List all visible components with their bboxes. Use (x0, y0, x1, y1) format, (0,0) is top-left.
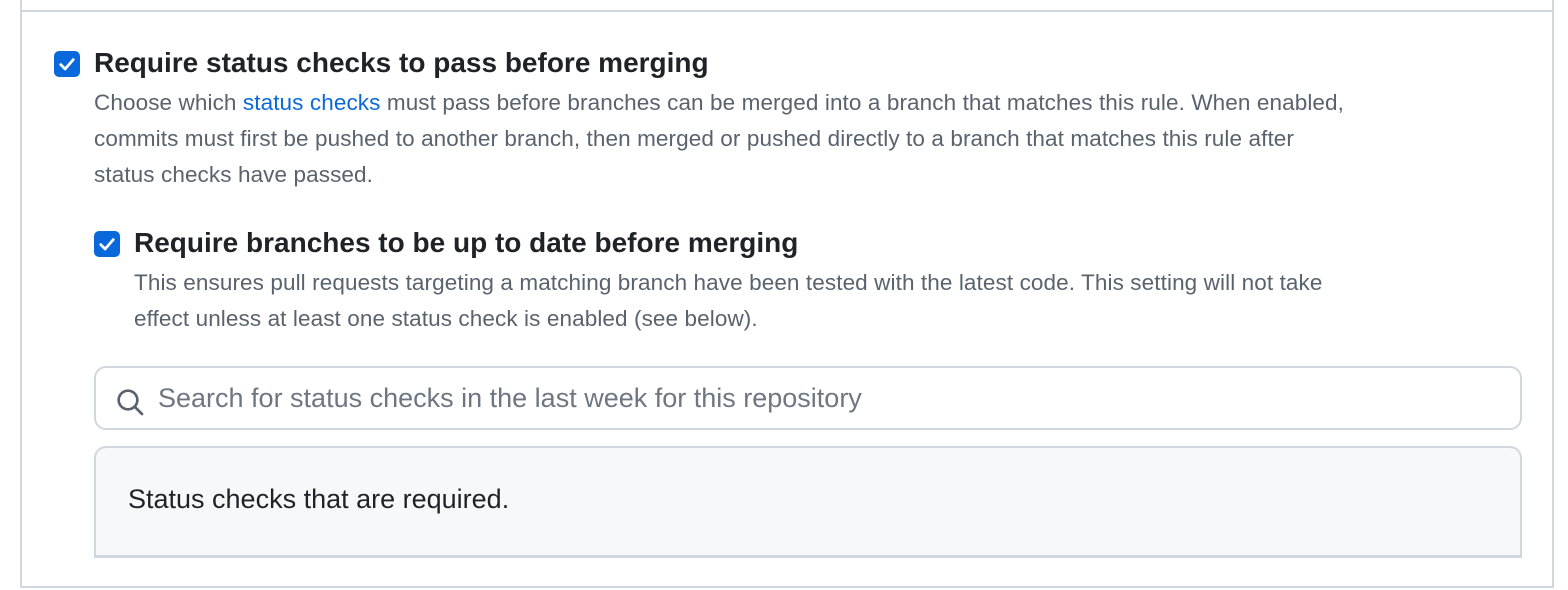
description-text: This ensures pull requests targeting a m… (134, 270, 1323, 295)
description-text: commits must first be pushed to another … (94, 126, 1295, 151)
description-text: effect unless at least one status check … (134, 306, 758, 331)
description-text: status checks have passed. (94, 162, 374, 187)
description-text: Choose which (94, 90, 243, 115)
require-up-to-date-title[interactable]: Require branches to be up to date before… (134, 226, 798, 260)
description-text: must pass before branches can be merged … (380, 90, 1344, 115)
required-status-checks-label: Status checks that are required. (128, 484, 510, 514)
section-divider (22, 10, 1552, 12)
require-up-to-date-description: This ensures pull requests targeting a m… (134, 265, 1534, 337)
require-status-checks-description: Choose which status checks must pass bef… (94, 85, 1534, 193)
status-checks-link[interactable]: status checks (243, 90, 381, 115)
require-up-to-date-checkbox[interactable] (94, 231, 120, 257)
search-input[interactable] (158, 376, 1498, 420)
require-status-checks-checkbox[interactable] (54, 51, 80, 77)
checkmark-icon (99, 238, 115, 251)
required-status-checks-box: Status checks that are required. (94, 446, 1522, 558)
status-check-search[interactable] (94, 366, 1522, 430)
search-icon (117, 389, 144, 416)
checkmark-icon (59, 58, 75, 71)
require-status-checks-title[interactable]: Require status checks to pass before mer… (94, 46, 709, 80)
